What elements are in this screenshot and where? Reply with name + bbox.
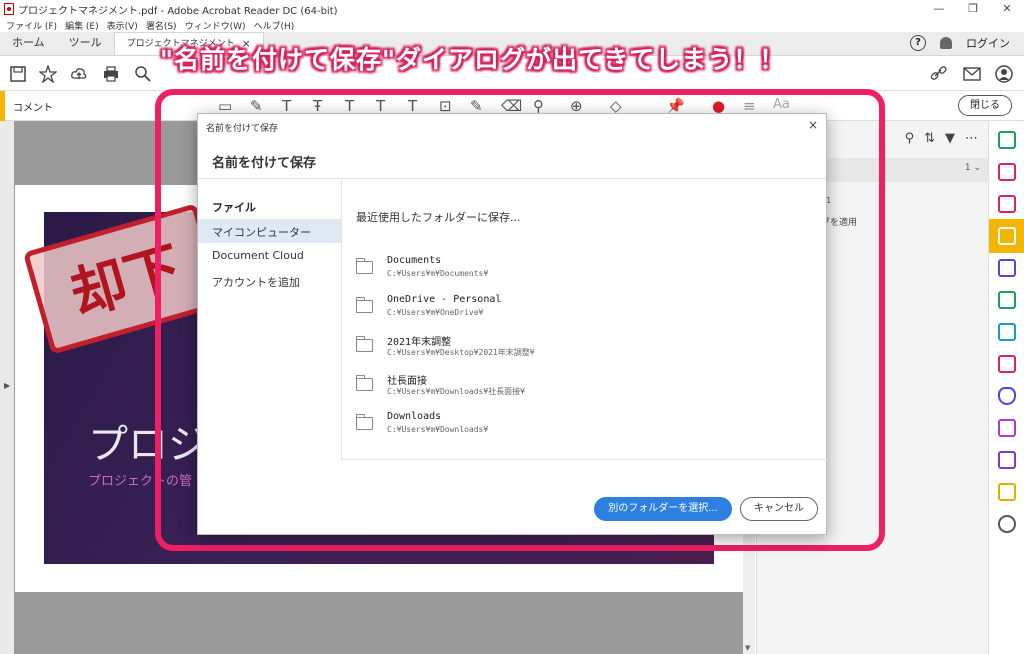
folder-path: C:¥Users¥m¥Desktop¥2021年末調整¥ bbox=[387, 348, 535, 357]
menu-sign[interactable]: 署名(S) bbox=[146, 19, 177, 32]
folder-name: Downloads bbox=[387, 411, 442, 422]
window-controls: — ❐ ✕ bbox=[922, 0, 1024, 18]
folder-item[interactable]: Downloads C:¥Users¥m¥Downloads¥ bbox=[356, 411, 796, 445]
annotation-banner: "名前を付けて保存"ダイアログが出てきてしまう！！ bbox=[160, 45, 786, 74]
folder-item[interactable]: 社長面接 C:¥Users¥m¥Downloads¥社長面接¥ bbox=[356, 372, 796, 406]
upload-cloud-icon[interactable] bbox=[70, 65, 88, 83]
save-as-dialog: 名前を付けて保存 × 名前を付けて保存 ファイル マイコンピューター Docum… bbox=[197, 113, 828, 535]
choose-other-folder-button[interactable]: 別のフォルダーを選択... bbox=[594, 497, 732, 521]
menu-help[interactable]: ヘルプ(H) bbox=[254, 19, 295, 32]
help-icon[interactable]: ? bbox=[910, 35, 926, 51]
nav-item-my-computer[interactable]: マイコンピューター bbox=[198, 219, 341, 243]
close-comment-button[interactable]: 閉じる bbox=[958, 95, 1012, 116]
folder-icon bbox=[356, 414, 373, 430]
share-link-icon[interactable] bbox=[930, 65, 948, 83]
folder-name: 2021年末調整 bbox=[387, 337, 452, 348]
more-tools-icon[interactable] bbox=[998, 515, 1016, 533]
more-options-icon[interactable]: ⋯ bbox=[965, 131, 978, 146]
mail-icon[interactable] bbox=[963, 65, 981, 83]
print-icon[interactable] bbox=[102, 65, 120, 83]
folder-item[interactable]: OneDrive - Personal C:¥Users¥m¥OneDrive¥ bbox=[356, 294, 796, 328]
nav-item-add-account[interactable]: アカウントを追加 bbox=[198, 269, 341, 293]
close-window-button[interactable]: ✕ bbox=[990, 0, 1024, 18]
page-gap bbox=[15, 592, 743, 654]
minimize-button[interactable]: — bbox=[922, 0, 956, 18]
scroll-down-icon[interactable]: ▼ bbox=[745, 644, 750, 652]
combine-files-icon[interactable] bbox=[998, 259, 1016, 277]
tab-tools[interactable]: ツール bbox=[57, 31, 114, 55]
zoom-search-icon[interactable] bbox=[134, 65, 152, 83]
comment-label: コメント bbox=[13, 103, 53, 114]
search-icon[interactable]: ⚲ bbox=[905, 131, 915, 146]
restore-button[interactable]: ❐ bbox=[956, 0, 990, 18]
footer-divider bbox=[341, 459, 828, 460]
left-panel-toggle[interactable]: ▶ bbox=[0, 121, 14, 654]
organize-pages-icon[interactable] bbox=[998, 291, 1016, 309]
request-signature-icon[interactable] bbox=[998, 451, 1016, 469]
dialog-heading: 名前を付けて保存 bbox=[212, 156, 317, 171]
expand-arrow-icon[interactable]: ▶ bbox=[4, 381, 10, 390]
menu-view[interactable]: 表示(V) bbox=[107, 19, 138, 32]
star-icon[interactable] bbox=[39, 65, 57, 83]
folder-item[interactable]: Documents C:¥Users¥m¥Documents¥ bbox=[356, 255, 796, 289]
tab-home[interactable]: ホーム bbox=[0, 31, 57, 55]
fill-sign-icon[interactable] bbox=[998, 355, 1016, 373]
filter-icon[interactable]: ▼ bbox=[945, 131, 955, 146]
login-link[interactable]: ログイン bbox=[966, 35, 1010, 51]
dialog-titlebar: 名前を付けて保存 bbox=[206, 124, 279, 134]
folder-icon bbox=[356, 336, 373, 352]
send-comments-icon[interactable] bbox=[998, 483, 1016, 501]
edit-pdf-icon[interactable] bbox=[998, 195, 1016, 213]
acrobat-logo-icon bbox=[4, 3, 14, 15]
scan-ocr-icon[interactable] bbox=[998, 323, 1016, 341]
chevron-down-icon[interactable]: 1 ⌄ bbox=[965, 163, 981, 173]
bell-icon[interactable] bbox=[940, 37, 952, 49]
right-tools-bar bbox=[988, 121, 1024, 654]
prepare-form-icon[interactable] bbox=[998, 419, 1016, 437]
window-titlebar: プロジェクトマネジメント.pdf - Adobe Acrobat Reader … bbox=[0, 0, 1024, 18]
folder-icon bbox=[356, 297, 373, 313]
user-add-icon[interactable] bbox=[995, 65, 1013, 83]
folder-name: 社長面接 bbox=[387, 376, 427, 387]
comment-tool-icon[interactable] bbox=[998, 227, 1016, 245]
sort-icon[interactable]: ⇅ bbox=[924, 131, 935, 146]
folder-path: C:¥Users¥m¥Downloads¥ bbox=[387, 425, 489, 434]
menu-window[interactable]: ウィンドウ(W) bbox=[185, 19, 246, 32]
folder-item[interactable]: 2021年末調整 C:¥Users¥m¥Desktop¥2021年末調整¥ bbox=[356, 333, 796, 367]
dialog-close-icon[interactable]: × bbox=[808, 118, 818, 132]
menu-bar: ファイル (F) 編集 (E) 表示(V) 署名(S) ウィンドウ(W) ヘルプ… bbox=[0, 18, 1024, 32]
folder-name: OneDrive - Personal bbox=[387, 294, 502, 305]
folder-path: C:¥Users¥m¥Downloads¥社長面接¥ bbox=[387, 387, 525, 396]
nav-header: ファイル bbox=[212, 201, 256, 214]
recent-folders-header: 最近使用したフォルダーに保存... bbox=[356, 211, 521, 224]
folder-path: C:¥Users¥m¥OneDrive¥ bbox=[387, 308, 484, 317]
menu-file[interactable]: ファイル (F) bbox=[6, 19, 57, 32]
protect-shield-icon[interactable] bbox=[998, 387, 1016, 405]
comment-indicator bbox=[0, 91, 5, 121]
create-pdf-icon[interactable] bbox=[998, 163, 1016, 181]
save-icon[interactable] bbox=[9, 65, 27, 83]
cancel-button[interactable]: キャンセル bbox=[740, 497, 818, 521]
window-title: プロジェクトマネジメント.pdf - Adobe Acrobat Reader … bbox=[18, 5, 338, 17]
folder-icon bbox=[356, 258, 373, 274]
folder-icon bbox=[356, 375, 373, 391]
location-nav: ファイル マイコンピューター Document Cloud アカウントを追加 bbox=[198, 179, 341, 534]
nav-item-document-cloud[interactable]: Document Cloud bbox=[198, 244, 341, 268]
export-pdf-icon[interactable] bbox=[998, 131, 1016, 149]
folder-path: C:¥Users¥m¥Documents¥ bbox=[387, 269, 489, 278]
nav-divider bbox=[341, 179, 342, 459]
folder-name: Documents bbox=[387, 255, 442, 266]
menu-edit[interactable]: 編集 (E) bbox=[65, 19, 99, 32]
